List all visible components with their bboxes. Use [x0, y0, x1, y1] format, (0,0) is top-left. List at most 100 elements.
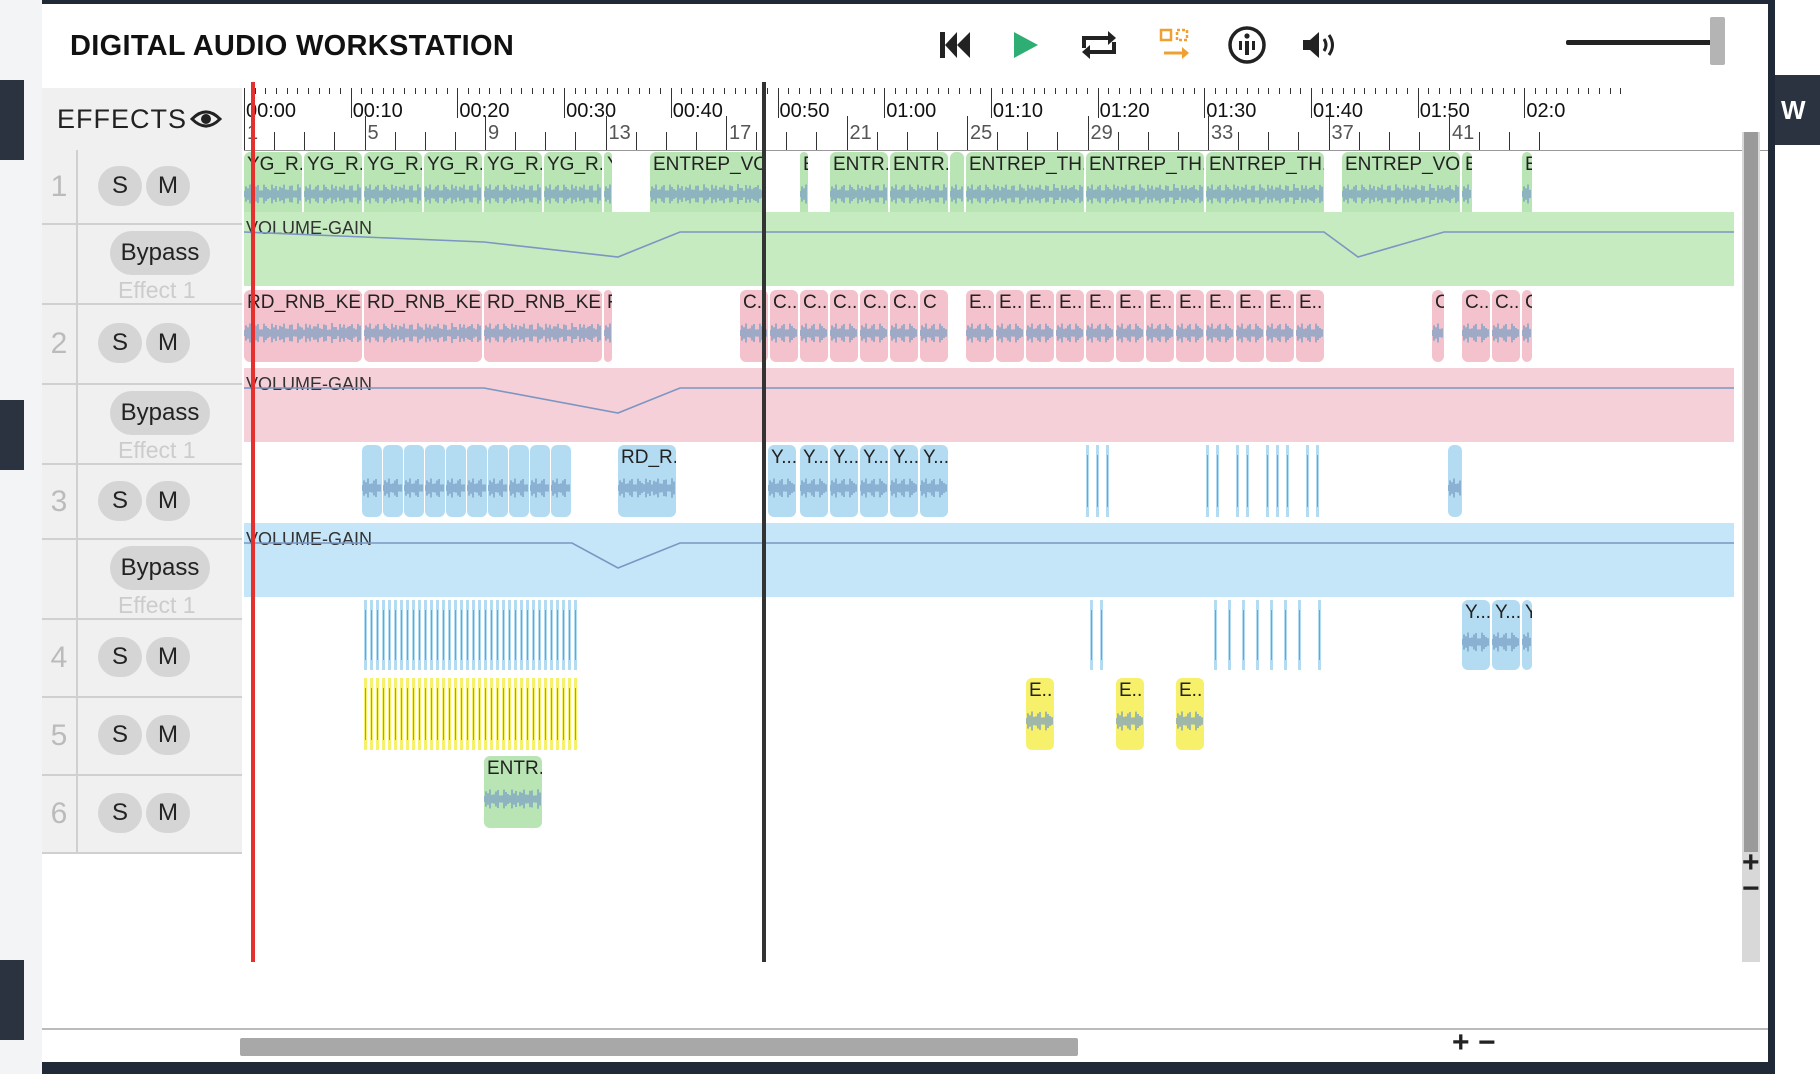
audio-clip[interactable]: C...: [860, 290, 888, 362]
skip-back-button[interactable]: [930, 20, 980, 70]
audio-clip-slice[interactable]: [484, 600, 487, 670]
vertical-scrollbar-thumb[interactable]: [1744, 132, 1758, 852]
solo-button[interactable]: S: [98, 793, 142, 833]
vertical-zoom-out-button[interactable]: −: [1742, 872, 1760, 906]
effect-lane[interactable]: VOLUME-GAIN: [244, 523, 1734, 597]
audio-clip[interactable]: RD_RNB_KEY...: [244, 290, 362, 362]
audio-clip-slice[interactable]: [394, 600, 397, 670]
mute-button[interactable]: M: [146, 165, 190, 206]
audio-clip-slice[interactable]: [400, 678, 403, 750]
audio-clip-slice[interactable]: [544, 678, 547, 750]
audio-clip[interactable]: E...: [1026, 678, 1054, 750]
audio-clip-slice[interactable]: [436, 678, 439, 750]
audio-clip-slice[interactable]: [418, 600, 421, 670]
audio-clip[interactable]: E...: [1206, 290, 1234, 362]
audio-clip-slice[interactable]: [538, 678, 541, 750]
mute-button[interactable]: M: [146, 793, 190, 833]
audio-clip-slice[interactable]: [562, 678, 565, 750]
audio-clip-slice[interactable]: [550, 600, 553, 670]
audio-clip[interactable]: RD_RNB_KEY...: [364, 290, 482, 362]
audio-clip-slice[interactable]: [490, 678, 493, 750]
audio-clip-slice[interactable]: [460, 678, 463, 750]
audio-clip-slice[interactable]: [388, 678, 391, 750]
audio-clip[interactable]: C...: [770, 290, 798, 362]
bypass-button[interactable]: Bypass: [110, 391, 210, 435]
audio-clip[interactable]: Y...: [890, 445, 918, 517]
audio-clip-slice[interactable]: [1318, 600, 1321, 670]
audio-clip-slice[interactable]: [424, 600, 427, 670]
bypass-button[interactable]: Bypass: [110, 546, 210, 590]
audio-clip[interactable]: [425, 445, 445, 517]
info-button[interactable]: [1222, 20, 1272, 70]
zoom-out-button[interactable]: −: [1478, 1026, 1496, 1060]
audio-clip[interactable]: E...: [1236, 290, 1264, 362]
audio-clip-slice[interactable]: [544, 600, 547, 670]
audio-clip-slice[interactable]: [478, 600, 481, 670]
audio-clip[interactable]: C...: [830, 290, 858, 362]
audio-clip[interactable]: E...: [1086, 290, 1114, 362]
audio-clip-slice[interactable]: [1266, 445, 1269, 517]
audio-clip[interactable]: E...: [1146, 290, 1174, 362]
audio-clip[interactable]: Y...: [920, 445, 948, 517]
audio-clip-slice[interactable]: [388, 600, 391, 670]
audio-clip-slice[interactable]: [490, 600, 493, 670]
audio-clip-slice[interactable]: [1270, 600, 1273, 670]
audio-clip-slice[interactable]: [466, 678, 469, 750]
audio-clip[interactable]: E...: [1116, 678, 1144, 750]
audio-clip[interactable]: E...: [1266, 290, 1294, 362]
audio-clip-slice[interactable]: [1284, 600, 1287, 670]
audio-clip-slice[interactable]: [562, 600, 565, 670]
audio-clip[interactable]: C...: [1492, 290, 1520, 362]
audio-clip[interactable]: [467, 445, 487, 517]
mute-button[interactable]: M: [146, 637, 190, 677]
effect-lane[interactable]: VOLUME-GAIN: [244, 212, 1734, 286]
volume-slider-thumb[interactable]: [1710, 17, 1725, 65]
audio-clip-slice[interactable]: [424, 678, 427, 750]
solo-button[interactable]: S: [98, 480, 142, 521]
audio-clip-slice[interactable]: [1298, 600, 1301, 670]
audio-clip[interactable]: E...: [1176, 678, 1204, 750]
audio-clip-slice[interactable]: [364, 600, 367, 670]
audio-clip-slice[interactable]: [1306, 445, 1309, 517]
audio-clip-slice[interactable]: [1216, 445, 1219, 517]
audio-clip[interactable]: RD_RNB_KEY...: [484, 290, 602, 362]
horizontal-scrollbar[interactable]: + −: [42, 1026, 1768, 1062]
audio-clip[interactable]: C: [1522, 290, 1532, 362]
bypass-button[interactable]: Bypass: [110, 231, 210, 275]
audio-clip[interactable]: E...: [1026, 290, 1054, 362]
audio-clip[interactable]: [509, 445, 529, 517]
audio-clip-slice[interactable]: [418, 678, 421, 750]
audio-clip-slice[interactable]: [460, 600, 463, 670]
mute-button[interactable]: M: [146, 323, 190, 363]
vertical-scrollbar[interactable]: [1742, 132, 1760, 962]
audio-clip-slice[interactable]: [406, 600, 409, 670]
audio-clip-slice[interactable]: [532, 678, 535, 750]
mute-button[interactable]: M: [146, 480, 190, 521]
audio-clip-slice[interactable]: [484, 678, 487, 750]
audio-clip-slice[interactable]: [496, 600, 499, 670]
audio-clip[interactable]: Y...: [860, 445, 888, 517]
mute-button[interactable]: M: [146, 715, 190, 755]
audio-clip[interactable]: ENTR...: [484, 756, 542, 828]
audio-clip[interactable]: E...: [996, 290, 1024, 362]
audio-clip[interactable]: Y...: [830, 445, 858, 517]
audio-clip[interactable]: [551, 445, 571, 517]
audio-clip-slice[interactable]: [1256, 600, 1259, 670]
audio-clip-slice[interactable]: [394, 678, 397, 750]
audio-clip-slice[interactable]: [370, 600, 373, 670]
audio-clip-slice[interactable]: [454, 678, 457, 750]
solo-button[interactable]: S: [98, 637, 142, 677]
audio-clip-slice[interactable]: [382, 600, 385, 670]
audio-clip[interactable]: [383, 445, 403, 517]
audio-clip-slice[interactable]: [502, 600, 505, 670]
audio-clip-slice[interactable]: [508, 600, 511, 670]
audio-clip[interactable]: [362, 445, 382, 517]
audio-clip-slice[interactable]: [1276, 445, 1279, 517]
audio-clip-slice[interactable]: [376, 678, 379, 750]
audio-clip-slice[interactable]: [574, 678, 577, 750]
audio-clip-slice[interactable]: [1236, 445, 1239, 517]
audio-clip[interactable]: C...: [1462, 290, 1490, 362]
audio-clip[interactable]: Y...: [1492, 600, 1520, 670]
audio-clip[interactable]: [488, 445, 508, 517]
audio-clip-slice[interactable]: [364, 678, 367, 750]
